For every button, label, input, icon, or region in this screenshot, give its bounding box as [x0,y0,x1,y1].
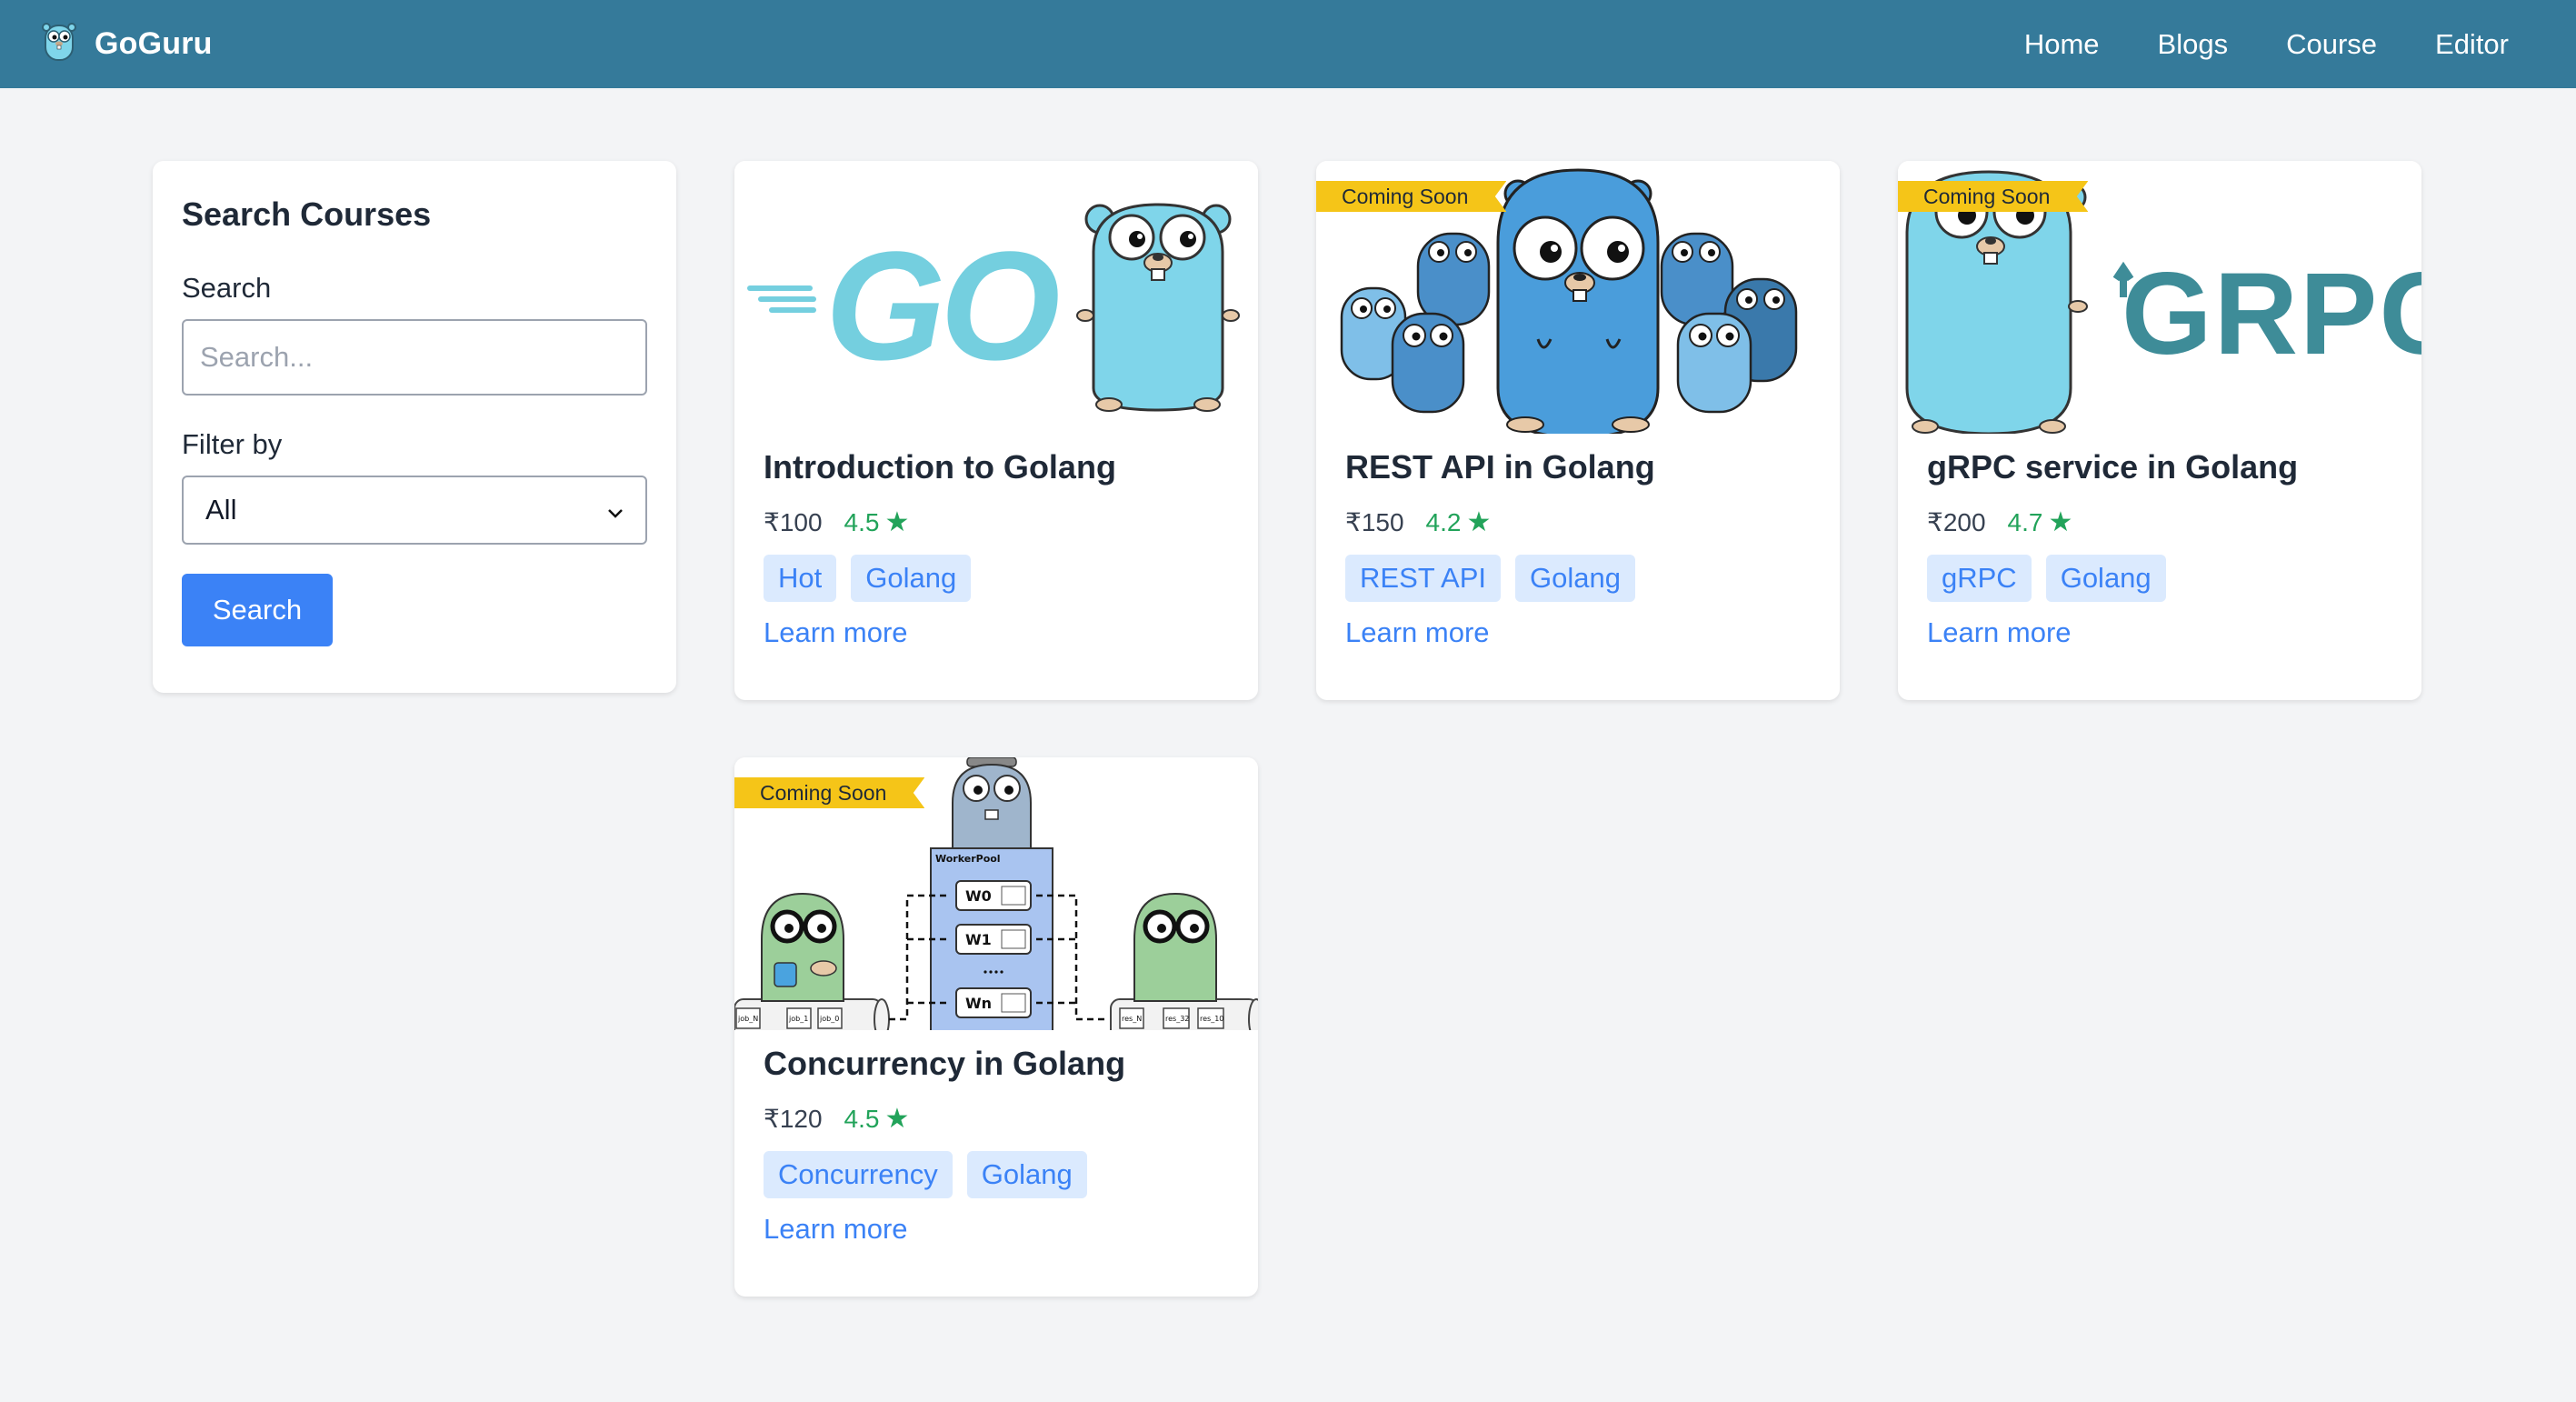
search-panel-title: Search Courses [182,195,432,233]
filter-select-value: All [205,494,237,526]
nav-link-course[interactable]: Course [2286,28,2377,61]
search-button[interactable]: Search [182,574,333,646]
coming-soon-ribbon: Coming Soon [734,777,925,808]
rating-value: 4.5 [844,1104,880,1133]
gopher-logo-icon [40,20,78,68]
course-rating: 4.2 ★ [1426,506,1492,538]
filter-label: Filter by [182,428,283,460]
course-title[interactable]: Introduction to Golang [764,448,1229,486]
star-icon: ★ [1466,507,1492,537]
svg-text:W1: W1 [965,931,992,948]
course-card: GO Introduction to Golang ₹100 4.5 ★ Hot… [734,161,1258,700]
course-card: Coming Soon REST API in Golang ₹150 4.2 … [1316,161,1840,700]
svg-text:res_10: res_10 [1200,1015,1223,1023]
brand[interactable]: GoGuru [40,20,213,68]
svg-text:W0: W0 [965,887,992,905]
brand-name: GoGuru [95,26,213,61]
learn-more-link[interactable]: Learn more [764,616,908,649]
svg-text:job_1: job_1 [788,1015,808,1023]
course-price: ₹150 [1345,508,1404,536]
filter-select[interactable]: All [182,476,647,545]
course-card: job_N job_1 job_0 res_N res_32 res_10 Wo… [734,757,1258,1297]
tag[interactable]: Golang [966,1151,1087,1198]
course-meta: ₹120 4.5 ★ [764,1103,1229,1135]
course-title[interactable]: REST API in Golang [1345,448,1811,486]
rating-value: 4.7 [2007,507,2043,536]
svg-text:res_32: res_32 [1165,1015,1189,1023]
learn-more-link[interactable]: Learn more [764,1213,908,1246]
course-rating: 4.5 ★ [844,506,910,538]
rating-value: 4.2 [1425,507,1462,536]
svg-text:job_N: job_N [737,1015,758,1023]
rating-value: 4.5 [844,507,880,536]
course-tags: Concurrency Golang [764,1151,1229,1198]
learn-more-link[interactable]: Learn more [1345,616,1490,649]
course-rating: 4.7 ★ [2008,506,2073,538]
tag[interactable]: Golang [851,555,972,602]
gopher-grpc-image: GRPC Coming Soon [1898,161,2421,434]
svg-text:WorkerPool: WorkerPool [935,853,1001,865]
course-tags: REST API Golang [1345,555,1811,602]
navbar: GoGuru Home Blogs Course Editor [0,0,2576,88]
svg-text:GO: GO [825,220,1058,393]
course-meta: ₹100 4.5 ★ [764,506,1229,538]
svg-text:res_N: res_N [1122,1015,1142,1023]
tag[interactable]: gRPC [1927,555,2032,602]
coming-soon-ribbon: Coming Soon [1898,181,2089,212]
svg-text:GRPC: GRPC [2122,249,2421,379]
coming-soon-ribbon: Coming Soon [1316,181,1507,212]
star-icon: ★ [2048,507,2073,537]
course-title[interactable]: Concurrency in Golang [764,1045,1229,1083]
svg-text:job_0: job_0 [819,1015,839,1023]
tag[interactable]: REST API [1345,555,1501,602]
tag[interactable]: Concurrency [764,1151,953,1198]
course-price: ₹100 [764,508,823,536]
course-price: ₹120 [764,1105,823,1133]
course-meta: ₹150 4.2 ★ [1345,506,1811,538]
nav-link-home[interactable]: Home [2024,28,2100,61]
star-icon: ★ [884,1104,910,1134]
gopher-group-image: Coming Soon [1316,161,1840,434]
course-price: ₹200 [1927,508,1986,536]
nav-link-blogs[interactable]: Blogs [2158,28,2229,61]
chevron-down-icon [607,494,624,526]
course-rating: 4.5 ★ [844,1103,910,1135]
course-card: GRPC Coming Soon gRPC service in Golang … [1898,161,2421,700]
nav-link-editor[interactable]: Editor [2435,28,2509,61]
search-label: Search [182,272,272,304]
nav-links: Home Blogs Course Editor [2024,28,2509,61]
course-tags: Hot Golang [764,555,1229,602]
learn-more-link[interactable]: Learn more [1927,616,2072,649]
course-meta: ₹200 4.7 ★ [1927,506,2392,538]
course-title[interactable]: gRPC service in Golang [1927,448,2392,486]
tag[interactable]: Golang [2045,555,2166,602]
search-input[interactable] [182,319,647,396]
go-logo-gopher-image: GO [734,161,1258,434]
course-tags: gRPC Golang [1927,555,2392,602]
worker-pool-diagram-image: job_N job_1 job_0 res_N res_32 res_10 Wo… [734,757,1258,1030]
star-icon: ★ [884,507,910,537]
tag[interactable]: Hot [764,555,837,602]
tag[interactable]: Golang [1515,555,1635,602]
svg-text:Wn: Wn [965,995,992,1012]
search-panel: Search Courses Search Filter by All Sear… [153,161,676,693]
